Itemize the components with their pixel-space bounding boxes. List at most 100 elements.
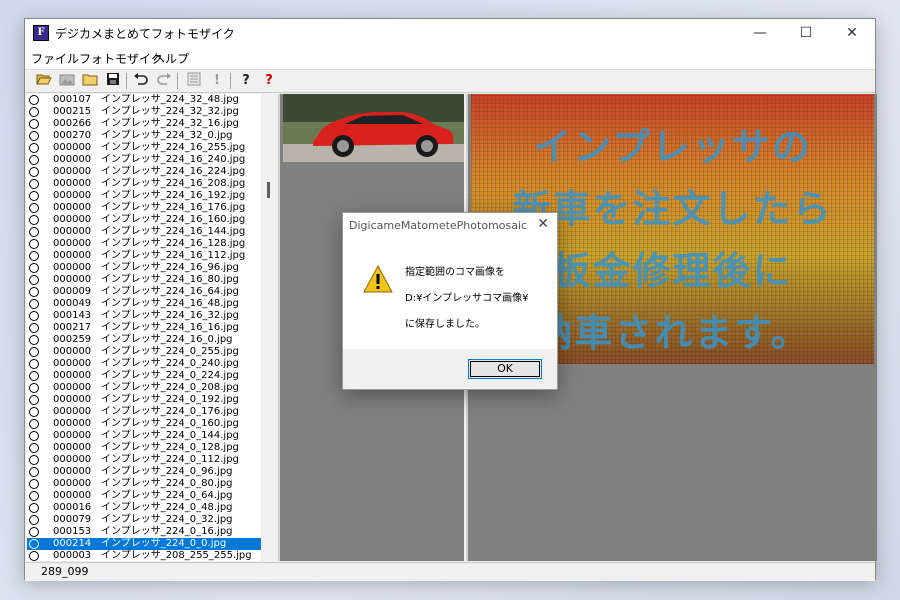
file-count: 000003 bbox=[53, 550, 92, 561]
file-list-item[interactable]: 000000 インプレッサ_224_0_128.jpg bbox=[27, 442, 261, 454]
file-list-item[interactable]: 000000 インプレッサ_224_16_240.jpg bbox=[27, 154, 261, 166]
file-count: 000266 bbox=[53, 118, 92, 129]
file-list-item[interactable]: 000016 インプレッサ_224_0_48.jpg bbox=[27, 502, 261, 514]
file-list-item[interactable]: 000000 インプレッサ_224_16_255.jpg bbox=[27, 142, 261, 154]
undo-icon[interactable] bbox=[132, 72, 150, 90]
file-list-item[interactable]: 000214 インプレッサ_224_0_0.jpg bbox=[27, 538, 261, 550]
file-count: 000000 bbox=[53, 430, 92, 441]
radio-circle-icon bbox=[29, 407, 39, 417]
menu-photomosaic[interactable]: フォトモザイク bbox=[79, 50, 163, 67]
file-list-item[interactable]: 000000 インプレッサ_224_0_96.jpg bbox=[27, 466, 261, 478]
file-list-item[interactable]: 000000 インプレッサ_224_0_224.jpg bbox=[27, 370, 261, 382]
file-list-item[interactable]: 000000 インプレッサ_224_0_144.jpg bbox=[27, 430, 261, 442]
file-list-item[interactable]: 000000 インプレッサ_224_0_112.jpg bbox=[27, 454, 261, 466]
message-dialog: DigicameMatometePhotomosaic ✕ 指定範囲のコマ画像を… bbox=[342, 212, 558, 390]
file-name: インプレッサ_224_0_64.jpg bbox=[101, 490, 233, 501]
file-list[interactable]: 000107 インプレッサ_224_32_48.jpg 000215 インプレッサ_2… bbox=[27, 94, 262, 561]
file-name: インプレッサ_224_32_48.jpg bbox=[101, 94, 239, 105]
file-list-item[interactable]: 000079 インプレッサ_224_0_32.jpg bbox=[27, 514, 261, 526]
ok-button[interactable]: OK bbox=[468, 359, 542, 379]
file-list-item[interactable]: 000000 インプレッサ_224_16_112.jpg bbox=[27, 250, 261, 262]
file-list-item[interactable]: 000107 インプレッサ_224_32_48.jpg bbox=[27, 94, 261, 106]
file-list-item[interactable]: 000000 インプレッサ_224_16_144.jpg bbox=[27, 226, 261, 238]
radio-circle-icon bbox=[29, 263, 39, 273]
list-icon[interactable] bbox=[185, 72, 203, 90]
file-list-item[interactable]: 000000 インプレッサ_224_0_176.jpg bbox=[27, 406, 261, 418]
title-bar[interactable]: F デジカメまとめてフォトモザイク — ☐ ✕ bbox=[25, 19, 875, 47]
radio-circle-icon bbox=[29, 527, 39, 537]
file-name: インプレッサ_224_16_160.jpg bbox=[101, 214, 246, 225]
minimize-button[interactable]: — bbox=[737, 19, 783, 47]
file-name: インプレッサ_208_255_255.jpg bbox=[101, 550, 252, 561]
file-list-item[interactable]: 000000 インプレッサ_224_16_160.jpg bbox=[27, 214, 261, 226]
file-name: インプレッサ_224_0_176.jpg bbox=[101, 406, 239, 417]
dialog-close-button[interactable]: ✕ bbox=[537, 216, 549, 232]
file-list-item[interactable]: 000000 インプレッサ_224_0_240.jpg bbox=[27, 358, 261, 370]
radio-circle-icon bbox=[29, 275, 39, 285]
file-count: 000049 bbox=[53, 298, 92, 309]
file-list-item[interactable]: 000000 インプレッサ_224_16_80.jpg bbox=[27, 274, 261, 286]
menu-help[interactable]: ヘルプ bbox=[153, 50, 189, 67]
file-name: インプレッサ_224_0_144.jpg bbox=[101, 430, 239, 441]
file-list-item[interactable]: 000009 インプレッサ_224_16_64.jpg bbox=[27, 286, 261, 298]
file-count: 000000 bbox=[53, 466, 92, 477]
dialog-message-line: に保存しました。 bbox=[405, 319, 485, 330]
file-name: インプレッサ_224_16_64.jpg bbox=[101, 286, 239, 297]
file-list-item[interactable]: 000217 インプレッサ_224_16_16.jpg bbox=[27, 322, 261, 334]
file-list-item[interactable]: 000000 インプレッサ_224_16_208.jpg bbox=[27, 178, 261, 190]
file-list-item[interactable]: 000000 インプレッサ_224_16_224.jpg bbox=[27, 166, 261, 178]
file-list-item[interactable]: 000000 インプレッサ_224_0_64.jpg bbox=[27, 490, 261, 502]
file-list-item[interactable]: 000000 インプレッサ_224_0_208.jpg bbox=[27, 382, 261, 394]
exclamation-icon[interactable]: ! bbox=[208, 72, 226, 90]
file-list-item[interactable]: 000003 インプレッサ_208_255_255.jpg bbox=[27, 550, 261, 561]
radio-circle-icon bbox=[29, 467, 39, 477]
help-red-icon[interactable]: ? bbox=[260, 72, 278, 90]
file-count: 000000 bbox=[53, 178, 92, 189]
close-button[interactable]: ✕ bbox=[829, 19, 875, 47]
dialog-footer: OK bbox=[343, 349, 557, 389]
file-name: インプレッサ_224_0_0.jpg bbox=[101, 538, 227, 549]
file-name: インプレッサ_224_0_32.jpg bbox=[101, 514, 233, 525]
file-list-item[interactable]: 000143 インプレッサ_224_16_32.jpg bbox=[27, 310, 261, 322]
save-icon[interactable] bbox=[104, 72, 122, 90]
file-list-item[interactable]: 000259 インプレッサ_224_16_0.jpg bbox=[27, 334, 261, 346]
file-count: 000079 bbox=[53, 514, 92, 525]
radio-circle-icon bbox=[29, 191, 39, 201]
file-list-item[interactable]: 000000 インプレッサ_224_16_176.jpg bbox=[27, 202, 261, 214]
image-icon[interactable] bbox=[58, 72, 76, 90]
folder-open-icon[interactable] bbox=[35, 72, 53, 90]
file-list-item[interactable]: 000000 インプレッサ_224_0_80.jpg bbox=[27, 478, 261, 490]
file-list-item[interactable]: 000215 インプレッサ_224_32_32.jpg bbox=[27, 106, 261, 118]
file-list-item[interactable]: 000000 インプレッサ_224_0_255.jpg bbox=[27, 346, 261, 358]
file-list-item[interactable]: 000000 インプレッサ_224_16_128.jpg bbox=[27, 238, 261, 250]
file-list-item[interactable]: 000000 インプレッサ_224_0_192.jpg bbox=[27, 394, 261, 406]
file-name: インプレッサ_224_0_192.jpg bbox=[101, 394, 239, 405]
file-count: 000000 bbox=[53, 214, 92, 225]
radio-circle-icon bbox=[29, 155, 39, 165]
file-list-item[interactable]: 000000 インプレッサ_224_0_160.jpg bbox=[27, 418, 261, 430]
file-list-item[interactable]: 000153 インプレッサ_224_0_16.jpg bbox=[27, 526, 261, 538]
file-name: インプレッサ_224_0_112.jpg bbox=[101, 454, 239, 465]
radio-circle-icon bbox=[29, 503, 39, 513]
car-thumbnail[interactable] bbox=[283, 94, 464, 162]
file-list-item[interactable]: 000270 インプレッサ_224_32_0.jpg bbox=[27, 130, 261, 142]
file-name: インプレッサ_224_0_96.jpg bbox=[101, 466, 233, 477]
radio-circle-icon bbox=[29, 443, 39, 453]
file-list-item[interactable]: 000266 インプレッサ_224_32_16.jpg bbox=[27, 118, 261, 130]
file-name: インプレッサ_224_0_160.jpg bbox=[101, 418, 239, 429]
file-list-item[interactable]: 000000 インプレッサ_224_16_192.jpg bbox=[27, 190, 261, 202]
radio-circle-icon bbox=[29, 227, 39, 237]
file-list-item[interactable]: 000049 インプレッサ_224_16_48.jpg bbox=[27, 298, 261, 310]
radio-circle-icon bbox=[29, 107, 39, 117]
radio-circle-icon bbox=[29, 311, 39, 321]
file-list-item[interactable]: 000000 インプレッサ_224_16_96.jpg bbox=[27, 262, 261, 274]
maximize-button[interactable]: ☐ bbox=[783, 19, 829, 47]
radio-circle-icon bbox=[29, 143, 39, 153]
help-icon[interactable]: ? bbox=[237, 72, 255, 90]
folder-icon[interactable] bbox=[81, 72, 99, 90]
scroll-thumb[interactable] bbox=[267, 182, 270, 198]
menu-file[interactable]: ファイル bbox=[31, 50, 79, 67]
file-name: インプレッサ_224_0_80.jpg bbox=[101, 478, 233, 489]
redo-icon[interactable] bbox=[155, 72, 173, 90]
file-list-scrollbar[interactable] bbox=[261, 94, 277, 561]
